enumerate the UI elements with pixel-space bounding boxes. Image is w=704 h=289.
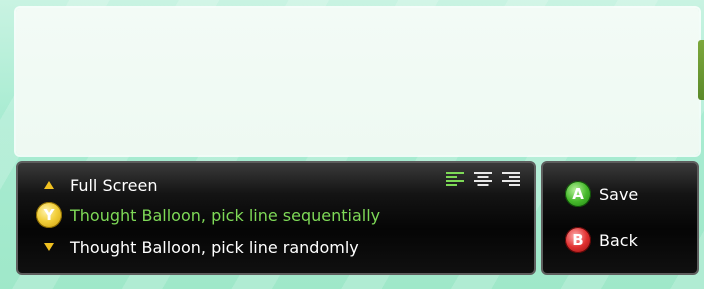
down-arrow-icon [36, 234, 62, 260]
align-center-icon[interactable] [474, 171, 492, 187]
option-thought-balloon-sequential[interactable]: Y Thought Balloon, pick line sequentiall… [36, 202, 380, 228]
actions-panel: A Save B Back [541, 161, 699, 275]
save-label: Save [599, 184, 639, 204]
back-button[interactable]: B Back [565, 226, 638, 254]
option-full-screen[interactable]: Full Screen [36, 172, 157, 198]
edge-decoration [698, 40, 704, 100]
back-label: Back [599, 230, 638, 250]
option-label: Thought Balloon, pick line sequentially [70, 205, 381, 225]
align-right-icon[interactable] [502, 171, 520, 187]
save-button[interactable]: A Save [565, 180, 638, 208]
a-button-icon: A [565, 181, 591, 207]
b-button-icon: B [565, 227, 591, 253]
align-left-icon[interactable] [446, 171, 464, 187]
option-thought-balloon-random[interactable]: Thought Balloon, pick line randomly [36, 234, 359, 260]
preview-canvas [16, 8, 699, 155]
alignment-selector [446, 171, 520, 187]
display-options-panel: Full Screen Y Thought Balloon, pick line… [16, 161, 536, 275]
y-button-icon: Y [36, 202, 62, 228]
up-arrow-icon [36, 172, 62, 198]
option-label: Thought Balloon, pick line randomly [70, 237, 359, 257]
option-label: Full Screen [70, 175, 158, 195]
